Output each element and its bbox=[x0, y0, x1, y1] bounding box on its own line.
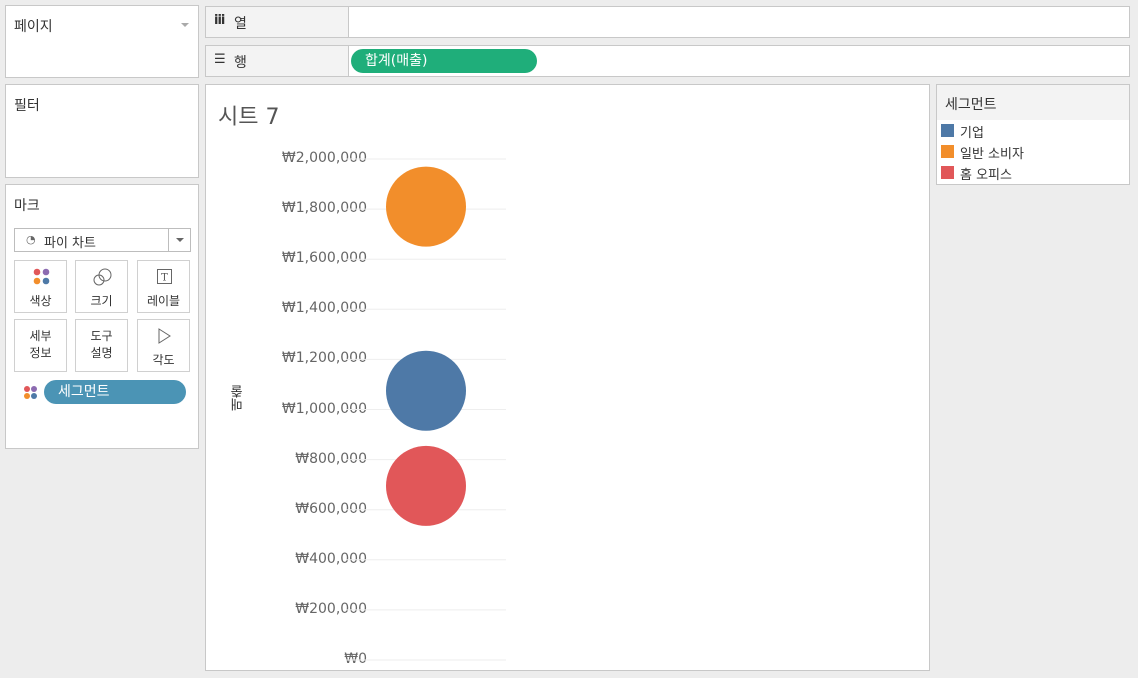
view-panel: 시트 7 매출 ₩2,000,000 ₩1,800,000 ₩1,600,000 ₩1… bbox=[205, 84, 930, 671]
legend-swatch bbox=[941, 124, 954, 137]
mark-type-select[interactable]: ◔ 파이 차트 bbox=[14, 228, 191, 252]
rows-shelf-header: ☰ 행 bbox=[206, 46, 349, 76]
filters-panel[interactable]: 필터 bbox=[5, 84, 199, 178]
legend-label: 일반 소비자 bbox=[960, 147, 1024, 162]
label-button-label: 레이블 bbox=[146, 294, 181, 308]
angle-icon bbox=[158, 328, 171, 344]
mark-type-label: 파이 차트 bbox=[44, 236, 96, 251]
pie-mark[interactable] bbox=[386, 445, 466, 526]
legend-panel: 세그먼트 기업일반 소비자홈 오피스 bbox=[936, 84, 1130, 185]
color-button-label: 색상 bbox=[29, 294, 52, 308]
label-button[interactable]: T 레이블 bbox=[137, 260, 190, 313]
svg-text:T: T bbox=[161, 273, 168, 284]
marks-title: 마크 bbox=[14, 198, 40, 214]
tooltip-button-label: 도구 설명 bbox=[90, 329, 113, 360]
tooltip-button[interactable]: 도구 설명 bbox=[75, 319, 128, 372]
legend-swatch bbox=[941, 145, 954, 158]
rows-label: 행 bbox=[234, 55, 247, 71]
legend-title: 세그먼트 bbox=[945, 97, 997, 113]
chevron-down-icon[interactable] bbox=[168, 229, 190, 251]
sum-sales-pill[interactable]: 합계(매출) bbox=[351, 49, 537, 73]
pie-mark[interactable] bbox=[386, 350, 466, 431]
pages-panel: 페이지 bbox=[5, 5, 199, 78]
rows-dropzone[interactable]: 합계(매출) bbox=[349, 46, 1129, 76]
pie-chart-icon: ◔ bbox=[26, 233, 36, 246]
columns-shelf: iii 열 bbox=[205, 6, 1130, 38]
pages-dropdown-icon[interactable] bbox=[181, 23, 189, 27]
color-button[interactable]: 색상 bbox=[14, 260, 67, 313]
segment-pill[interactable]: 세그먼트 bbox=[44, 380, 186, 404]
pie-mark[interactable] bbox=[386, 166, 466, 247]
legend-swatch bbox=[941, 166, 954, 179]
columns-dropzone[interactable] bbox=[349, 7, 1129, 37]
legend-label: 홈 오피스 bbox=[960, 168, 1012, 183]
color-icon bbox=[33, 268, 50, 285]
text-label-icon: T bbox=[157, 269, 172, 284]
size-icon bbox=[93, 268, 112, 286]
columns-icon: iii bbox=[214, 13, 225, 28]
detail-button[interactable]: 세부 정보 bbox=[14, 319, 67, 372]
rows-icon: ☰ bbox=[214, 52, 226, 67]
size-button[interactable]: 크기 bbox=[75, 260, 128, 313]
marks-panel: 마크 ◔ 파이 차트 색상 크기 T 레이블 세부 정보 도구 설명 각도 세그… bbox=[5, 184, 199, 449]
columns-label: 열 bbox=[234, 16, 247, 32]
angle-button[interactable]: 각도 bbox=[137, 319, 190, 372]
size-button-label: 크기 bbox=[90, 294, 113, 308]
rows-shelf: ☰ 행 합계(매출) bbox=[205, 45, 1130, 77]
plot-area bbox=[346, 158, 506, 661]
columns-shelf-header: iii 열 bbox=[206, 7, 349, 37]
pages-title: 페이지 bbox=[14, 19, 53, 35]
detail-button-label: 세부 정보 bbox=[29, 329, 52, 360]
legend-label: 기업 bbox=[960, 126, 984, 141]
filters-title: 필터 bbox=[14, 98, 40, 114]
angle-button-label: 각도 bbox=[152, 353, 175, 367]
color-field-icon bbox=[24, 386, 37, 399]
